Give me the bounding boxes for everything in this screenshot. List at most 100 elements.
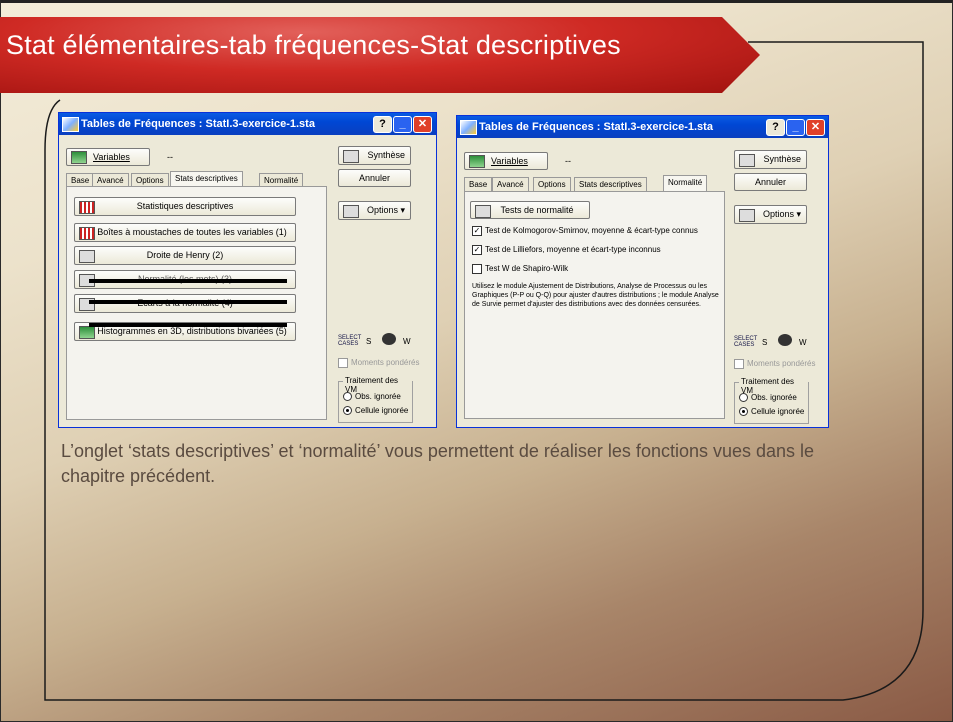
variables-icon (469, 155, 485, 169)
obs-radio-dot (343, 392, 352, 402)
variables-label: Variables (93, 152, 130, 162)
histogram-3d-icon (79, 326, 95, 339)
w-label: W (799, 338, 807, 347)
cellule-radio-dot (739, 407, 748, 417)
cellule-label: Cellule ignorée (355, 406, 409, 415)
missing-values-group: Traitement des VM Obs. ignorée Cellule i… (338, 376, 413, 423)
box-plots-button[interactable]: Boîtes à moustaches de toutes les variab… (74, 223, 296, 242)
options-icon (739, 209, 755, 222)
shapiro-wilk-box (472, 264, 482, 274)
summary-icon (343, 150, 359, 163)
strikethrough-mark (89, 323, 287, 327)
tab-base[interactable]: Base (66, 173, 95, 187)
dialog-titlebar[interactable]: Tables de Fréquences : StatI.3-exercice-… (457, 116, 828, 138)
kolmogorov-checkbox[interactable]: ✓ Test de Kolmogorov-Smirnov, moyenne & é… (472, 226, 698, 236)
minimize-button[interactable]: _ (786, 119, 805, 136)
obs-radio[interactable]: Obs. ignorée (739, 393, 797, 403)
info-text: Utilisez le module Ajustement de Distrib… (472, 283, 719, 308)
box-plot-icon (79, 227, 95, 240)
annuler-button[interactable]: Annuler (338, 169, 411, 187)
strikethrough-mark (89, 300, 287, 304)
dialog-titlebar[interactable]: Tables de Fréquences : StatI.3-exercice-… (59, 113, 436, 135)
help-button[interactable]: ? (766, 119, 785, 136)
synthese-button[interactable]: Synthèse (734, 150, 807, 169)
shapiro-wilk-checkbox[interactable]: Test W de Shapiro-Wilk (472, 264, 568, 274)
tab-base[interactable]: Base (464, 177, 493, 191)
tab-options[interactable]: Options (131, 173, 169, 187)
strikethrough-mark (89, 279, 287, 283)
moments-box (734, 359, 744, 369)
synthese-button[interactable]: Synthèse (338, 146, 411, 165)
options-dropdown-button[interactable]: Options ▾ (338, 201, 411, 220)
tab-avance[interactable]: Avancé (492, 177, 529, 191)
s-label: S (366, 337, 372, 346)
slide-body-text: L’onglet ‘stats descriptives’ et ‘normal… (61, 441, 815, 486)
options-icon (343, 205, 359, 218)
obs-radio-dot (739, 393, 748, 403)
histogram-3d-label: Histogrammes en 3D, distributions bivari… (97, 326, 287, 336)
lilliefors-label: Test de Lilliefors, moyenne et écart-typ… (485, 245, 661, 255)
variables-value: -- (167, 152, 173, 162)
descriptive-stats-button[interactable]: Statistiques descriptives (74, 197, 296, 216)
annuler-button[interactable]: Annuler (734, 173, 807, 191)
normality-tests-button[interactable]: Tests de normalité (470, 201, 590, 219)
variables-button[interactable]: Variables (464, 152, 548, 170)
statistica-app-icon (62, 117, 79, 132)
tab-stats-descriptives[interactable]: Stats descriptives (574, 177, 647, 191)
moments-box (338, 358, 348, 368)
moments-label: Moments pondérés (747, 359, 816, 369)
dialog-title: Tables de Fréquences : StatI.3-exercice-… (81, 118, 315, 130)
variables-button[interactable]: Variables (66, 148, 150, 166)
missing-values-group: Traitement des VM Obs. ignorée Cellule i… (734, 377, 809, 424)
summary-icon (739, 154, 755, 167)
henry-line-button[interactable]: Droite de Henry (2) (74, 246, 296, 265)
variables-label: Variables (491, 156, 528, 166)
box-plots-label: Boîtes à moustaches de toutes les variab… (97, 227, 287, 237)
tab-avance[interactable]: Avancé (92, 173, 129, 187)
s-label: S (762, 338, 768, 347)
kolmogorov-box: ✓ (472, 226, 482, 236)
moments-checkbox[interactable]: Moments pondérés (338, 358, 419, 368)
tab-normalite[interactable]: Normalité (259, 173, 304, 187)
minimize-button[interactable]: _ (393, 116, 412, 133)
frequency-tables-dialog-descriptive: Tables de Fréquences : StatI.3-exercice-… (58, 112, 437, 428)
tab-normalite[interactable]: Normalité (663, 175, 708, 191)
close-button[interactable]: ✕ (413, 116, 432, 133)
lilliefors-box: ✓ (472, 245, 482, 255)
slide-title: Stat élémentaires-tab fréquences-Stat de… (6, 30, 621, 60)
options-label: Options (366, 205, 398, 215)
close-button[interactable]: ✕ (806, 119, 825, 136)
cellule-radio[interactable]: Cellule ignorée (739, 407, 804, 417)
obs-radio[interactable]: Obs. ignorée (343, 392, 401, 402)
normality-tests-label: Tests de normalité (500, 205, 574, 215)
obs-label: Obs. ignorée (751, 393, 797, 402)
moments-checkbox[interactable]: Moments pondérés (734, 359, 815, 369)
kolmogorov-label: Test de Kolmogorov-Smirnov, moyenne & éc… (485, 226, 698, 236)
weight-icon[interactable] (778, 334, 792, 346)
w-label: W (403, 337, 411, 346)
tab-stats-descriptives[interactable]: Stats descriptives (170, 171, 243, 187)
options-dropdown-button[interactable]: Options ▾ (734, 205, 807, 224)
variables-value: -- (565, 156, 571, 166)
synthese-label: Synthèse (367, 150, 405, 160)
dialog-title: Tables de Fréquences : StatI.3-exercice-… (479, 121, 713, 133)
descriptive-stats-label: Statistiques descriptives (136, 201, 234, 211)
synthese-label: Synthèse (763, 154, 801, 164)
select-cases-icon[interactable]: SELECT CASES (734, 336, 757, 348)
weight-icon[interactable] (382, 333, 396, 345)
frequency-tables-dialog-normality: Tables de Fréquences : StatI.3-exercice-… (456, 115, 829, 428)
lilliefors-checkbox[interactable]: ✓ Test de Lilliefors, moyenne et écart-ty… (472, 245, 661, 255)
obs-label: Obs. ignorée (355, 392, 401, 401)
shapiro-wilk-label: Test W de Shapiro-Wilk (485, 264, 569, 274)
variables-icon (71, 151, 87, 165)
cellule-radio-dot (343, 406, 352, 416)
henry-line-label: Droite de Henry (2) (146, 250, 224, 260)
stats-icon (79, 201, 95, 214)
statistica-app-icon (460, 120, 477, 135)
help-button[interactable]: ? (373, 116, 392, 133)
tab-options[interactable]: Options (533, 177, 571, 191)
moments-label: Moments pondérés (351, 358, 420, 368)
select-cases-icon[interactable]: SELECT CASES (338, 335, 361, 347)
cellule-radio[interactable]: Cellule ignorée (343, 406, 409, 416)
henry-plot-icon (79, 250, 95, 263)
